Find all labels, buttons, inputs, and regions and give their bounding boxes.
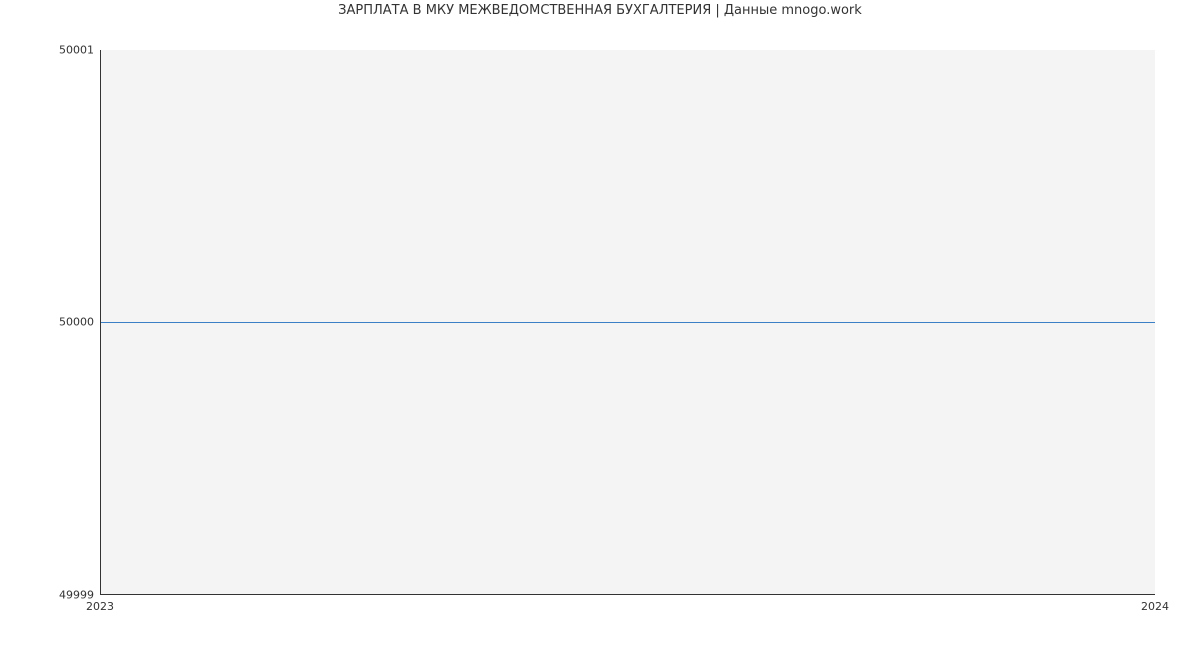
chart-title: ЗАРПЛАТА В МКУ МЕЖВЕДОМСТВЕННАЯ БУХГАЛТЕ… <box>0 3 1200 18</box>
plot-area <box>100 50 1155 595</box>
data-series-line <box>101 322 1155 323</box>
salary-chart: ЗАРПЛАТА В МКУ МЕЖВЕДОМСТВЕННАЯ БУХГАЛТЕ… <box>0 0 1200 650</box>
x-tick-label: 2024 <box>1141 600 1169 613</box>
x-tick-label: 2023 <box>86 600 114 613</box>
y-tick-label: 50000 <box>59 316 94 329</box>
y-tick-label: 50001 <box>59 44 94 57</box>
